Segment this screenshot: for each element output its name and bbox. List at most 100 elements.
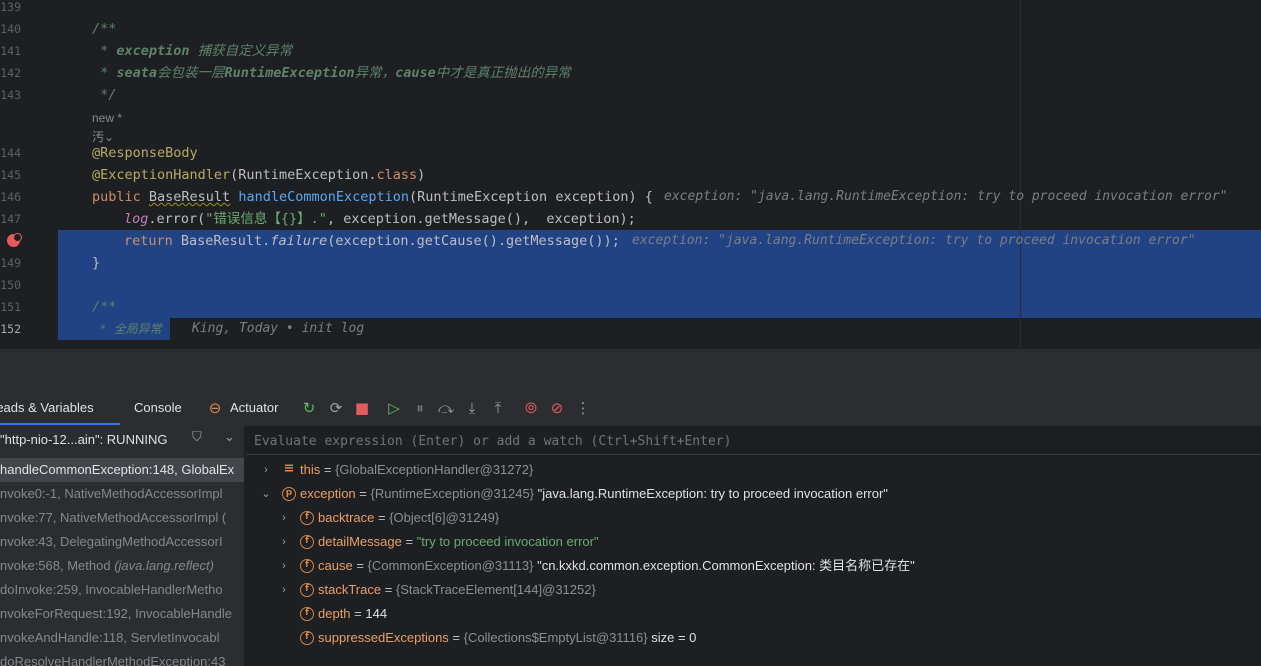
expand-chevron-icon[interactable]: › (278, 530, 290, 554)
rerun-icon[interactable]: ↻ (300, 399, 318, 417)
line-number: 143 (0, 88, 21, 102)
expand-chevron-icon[interactable]: › (278, 578, 290, 602)
frames-panel: "http-nio-12...ain": RUNNING ⛉ ⌄ handleC… (0, 426, 245, 666)
code-line: /** (92, 21, 117, 37)
restart-icon[interactable]: ⟳ (327, 399, 345, 417)
variable-row[interactable]: › f backtrace = {Object[6]@31249} (246, 506, 1261, 530)
line-number: 141 (0, 44, 21, 58)
variables-panel: ›≡this = {GlobalExceptionHandler@31272} … (246, 426, 1261, 666)
variable-row[interactable]: › f detailMessage = "try to proceed invoca… (246, 530, 1261, 554)
variable-type: {RuntimeException@31245} (370, 486, 538, 501)
variable-value: "cn.kxkd.common.exception.CommonExceptio… (537, 558, 915, 573)
variable-row[interactable]: › f cause = {CommonException@31113} "cn.kx… (246, 554, 1261, 578)
variable-text: this = {GlobalExceptionHandler@31272} (300, 458, 533, 482)
git-blame-hint: King, Today • init log (192, 321, 365, 336)
stack-frame-method: nvokeForRequest:192, InvocableHandle (0, 606, 232, 621)
stack-frame[interactable]: doResolveHandlerMethodException:43 (0, 650, 244, 666)
variable-value: size = 0 (651, 630, 697, 645)
line-number: 146 (0, 190, 21, 204)
code-line: */ (92, 87, 117, 103)
tab-console[interactable]: Console (134, 400, 182, 415)
tab-actuator[interactable]: Actuator (230, 400, 278, 415)
inline-debug-value: exception: "java.lang.RuntimeException: … (664, 189, 1228, 204)
evaluate-expression-input[interactable] (254, 431, 1244, 451)
view-breakpoints-icon[interactable]: ⦾ (522, 399, 540, 417)
line-number: 140 (0, 22, 21, 36)
stack-frame[interactable]: nvoke:568, Method (java.lang.reflect) (0, 554, 244, 578)
collapse-chevron-icon[interactable]: ⌄ (260, 482, 272, 506)
equals-sign: = (374, 510, 390, 525)
variable-type: {GlobalExceptionHandler@31272} (335, 462, 534, 477)
variable-row[interactable]: f depth = 144 (246, 602, 1261, 626)
thread-selector[interactable]: "http-nio-12...ain": RUNNING ⛉ ⌄ (0, 426, 244, 456)
pause-icon[interactable]: ⏸ (411, 399, 429, 417)
stack-frame[interactable]: handleCommonException:148, GlobalEx (0, 458, 244, 482)
variable-type: {StackTraceElement[144]@31252} (395, 582, 596, 597)
mute-breakpoints-icon[interactable]: ⊘ (548, 399, 566, 417)
variable-name: this (300, 462, 321, 477)
variable-type: {CommonException@31113} (367, 558, 538, 573)
variable-text: cause = {CommonException@31113} "cn.kxkd… (318, 554, 915, 578)
line-number: 142 (0, 66, 21, 80)
evaluate-expression-bar (246, 426, 1261, 455)
expand-chevron-icon[interactable]: › (278, 554, 290, 578)
code-line: /** (92, 299, 117, 315)
stack-frame[interactable]: nvoke:43, DelegatingMethodAccessorI (0, 530, 244, 554)
tab-threads-variables[interactable]: reads & Variables (0, 400, 94, 415)
thread-label: "http-nio-12...ain": RUNNING (0, 432, 168, 447)
stack-frame[interactable]: nvokeForRequest:192, InvocableHandle (0, 602, 244, 626)
stack-frame-method: doResolveHandlerMethodException:43 (0, 654, 226, 666)
code-line: log.error("错误信息【{}】.", exception.getMess… (124, 211, 636, 227)
field-icon: f (300, 559, 314, 573)
variable-row[interactable]: ⌄ p exception = {RuntimeException@31245} "… (246, 482, 1261, 506)
variable-name: detailMessage (318, 534, 402, 549)
stack-frame-method: nvoke0:-1, NativeMethodAccessorImpl (0, 486, 223, 501)
line-number: 145 (0, 168, 21, 182)
variable-value: "try to proceed invocation error" (416, 534, 599, 549)
line-number: 147 (0, 212, 21, 226)
variable-row[interactable]: f suppressedExceptions = {Collections$Emp… (246, 626, 1261, 650)
code-line: * 全局异常 (92, 322, 162, 336)
field-icon: f (300, 535, 314, 549)
stack-frame[interactable]: doInvoke:259, InvocableHandlerMetho (0, 578, 244, 602)
code-editor[interactable]: 139 140 141 142 143 144 145 146 147 149 … (0, 0, 1261, 348)
author-hint[interactable]: new * (92, 111, 122, 125)
stack-frame-package: (java.lang.reflect) (114, 558, 214, 573)
stop-icon[interactable]: ■ (353, 399, 371, 417)
variable-name: suppressedExceptions (318, 630, 449, 645)
line-number: 150 (0, 278, 21, 292)
code-line: return BaseResult.failure(exception.getC… (124, 233, 620, 249)
variable-row[interactable]: › f stackTrace = {StackTraceElement[144]@3… (246, 578, 1261, 602)
line-number: 139 (0, 0, 21, 14)
stack-frame-method: nvoke:43, DelegatingMethodAccessorI (0, 534, 223, 549)
breakpoint-icon[interactable] (7, 233, 22, 247)
stack-frame[interactable]: nvoke:77, NativeMethodAccessorImpl ( (0, 506, 244, 530)
chevron-down-icon[interactable]: ⌄ (224, 430, 235, 445)
expand-chevron-icon[interactable]: › (278, 506, 290, 530)
more-options-icon[interactable]: ⋮ (574, 399, 592, 417)
filter-icon[interactable]: ⛉ (192, 430, 202, 445)
step-into-icon[interactable]: ⤓ (463, 399, 481, 417)
stack-frame[interactable]: nvokeAndHandle:118, ServletInvocabl (0, 626, 244, 650)
variable-type: {Object[6]@31249} (389, 510, 500, 525)
equals-sign: = (448, 630, 464, 645)
stack-frame[interactable]: nvoke0:-1, NativeMethodAccessorImpl (0, 482, 244, 506)
resume-icon[interactable]: ▷ (385, 399, 403, 417)
expand-chevron-icon[interactable]: › (260, 458, 272, 482)
line-gutter[interactable]: 139 140 141 142 143 144 145 146 147 149 … (0, 0, 58, 348)
variable-name: stackTrace (318, 582, 382, 597)
variable-text: backtrace = {Object[6]@31249} (318, 506, 499, 530)
equals-sign: = (355, 486, 371, 501)
selection-highlight (58, 252, 1261, 318)
equals-sign: = (401, 534, 417, 549)
right-margin-guide (1020, 0, 1021, 348)
parameter-icon: p (282, 487, 296, 501)
variable-text: stackTrace = {StackTraceElement[144]@312… (318, 578, 596, 602)
field-icon: f (300, 583, 314, 597)
field-icon: f (300, 607, 314, 621)
step-out-icon[interactable]: ⤒ (489, 399, 507, 417)
variable-row[interactable]: › ≡ this = {GlobalExceptionHandler@31272} (246, 458, 1261, 482)
debug-toolwindow-header (0, 348, 1261, 390)
stack-frame-method: nvoke:568, Method (0, 558, 115, 573)
step-over-icon[interactable]: ⤼ (437, 399, 455, 417)
